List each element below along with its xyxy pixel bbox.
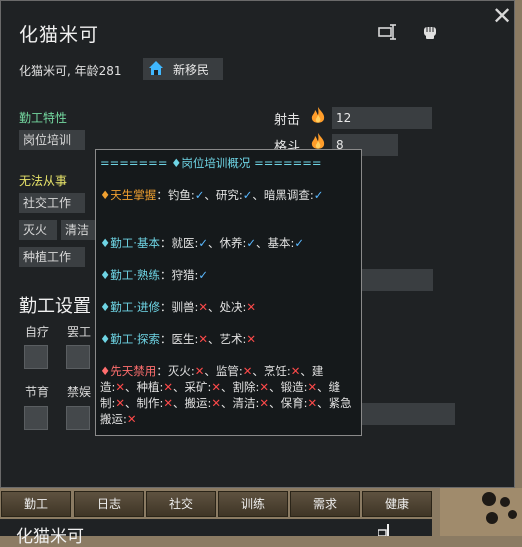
- tooltip-header: ======= ♦岗位培训概况 =======: [100, 156, 322, 170]
- tooltip-explore: ♦勤工·探索：医生:✕、艺术:✕: [100, 331, 358, 347]
- incapable-tag[interactable]: 社交工作: [19, 193, 85, 213]
- paw-print: [508, 510, 517, 519]
- rename-icon[interactable]: [377, 23, 399, 43]
- policy-checkbox[interactable]: [24, 345, 48, 369]
- pawn-subtitle: 化猫米可, 年龄281: [19, 64, 122, 78]
- rename-icon[interactable]: [377, 524, 394, 537]
- tooltip-label: ♦先天禁用: [100, 364, 157, 378]
- policy-checkbox[interactable]: [66, 345, 90, 369]
- tab-training[interactable]: 训练: [218, 491, 288, 517]
- tooltip-sep: ：: [156, 188, 168, 202]
- tooltip-sep: ：: [156, 364, 168, 378]
- policy-label: 节育: [25, 385, 50, 399]
- skill-bar[interactable]: [361, 403, 455, 425]
- policy-checkbox[interactable]: [66, 406, 90, 430]
- tooltip-content: 驯兽:✕、处决:✕: [171, 300, 256, 314]
- tab-work[interactable]: 勤工: [1, 491, 71, 517]
- incapable-title: 无法从事: [19, 174, 68, 188]
- tooltip-label: ♦勤工·熟练: [100, 268, 160, 282]
- policy-label: 自疗: [25, 325, 50, 339]
- tooltip-content: 医生:✕、艺术:✕: [171, 332, 256, 346]
- tab-health[interactable]: 健康: [362, 491, 432, 517]
- trait-tag[interactable]: 岗位培训: [19, 130, 85, 150]
- faction-label: 新移民: [173, 62, 210, 77]
- tooltip-sep: ：: [159, 332, 172, 346]
- paw-print: [486, 512, 498, 524]
- skill-bar[interactable]: [361, 269, 433, 291]
- tooltip-basic: ♦勤工·基本：就医:✓、休养:✓、基本:✓: [100, 235, 358, 251]
- close-icon[interactable]: ✕: [489, 4, 515, 28]
- flame-icon: [309, 106, 327, 130]
- skill-label: 射击: [274, 113, 301, 128]
- tooltip-sep: ：: [159, 268, 172, 282]
- inspect-tab-bar: 勤工 日志 社交 训练 需求 健康: [0, 489, 440, 519]
- policy-label: 禁娱: [67, 385, 92, 399]
- tooltip-skilled: ♦勤工·熟练：狩猎:✓: [100, 267, 358, 283]
- tooltip-label: ♦勤工·进修: [100, 300, 160, 314]
- incapable-tag[interactable]: 种植工作: [19, 247, 85, 267]
- fist-icon[interactable]: [419, 23, 441, 43]
- incapable-tag[interactable]: 清洁: [61, 220, 95, 240]
- tab-social[interactable]: 社交: [146, 491, 216, 517]
- faction-button[interactable]: 新移民: [143, 58, 223, 80]
- tooltip-content: 狩猎:✓: [171, 268, 208, 282]
- skill-bar[interactable]: 12: [332, 107, 432, 129]
- policy-checkbox[interactable]: [24, 406, 48, 430]
- traits-title: 勤工特性: [19, 111, 68, 125]
- tooltip-label: ♦天生掌握: [100, 188, 157, 202]
- tooltip-content: 钓鱼:✓、研究:✓、暗黑调查:✓: [167, 188, 324, 202]
- tooltip-label: ♦勤工·探索: [100, 332, 160, 346]
- trait-tooltip: ======= ♦岗位培训概况 ======= ♦天生掌握：钓鱼:✓、研究:✓、…: [95, 149, 362, 436]
- house-icon: [146, 60, 166, 78]
- pawn-name: 化猫米可: [19, 24, 100, 46]
- policy-label: 罢工: [67, 325, 92, 339]
- paw-print: [500, 497, 510, 507]
- tab-log[interactable]: 日志: [74, 491, 144, 517]
- tooltip-sep: ：: [159, 236, 172, 250]
- tooltip-sep: ：: [159, 300, 172, 314]
- tooltip-label: ♦勤工·基本: [100, 236, 160, 250]
- tooltip-forbidden: ♦先天禁用：灭火:✕、监管:✕、烹饪:✕、建造:✕、种植:✕、采矿:✕、割除:✕…: [100, 363, 358, 427]
- bottom-pawn-name: 化猫米可: [16, 527, 84, 547]
- tooltip-advanced: ♦勤工·进修：驯兽:✕、处决:✕: [100, 299, 358, 315]
- tab-needs[interactable]: 需求: [290, 491, 360, 517]
- work-settings-title: 勤工设置: [19, 296, 91, 317]
- tooltip-content: 就医:✓、休养:✓、基本:✓: [171, 236, 305, 250]
- tooltip-talent: ♦天生掌握：钓鱼:✓、研究:✓、暗黑调查:✓: [100, 187, 358, 203]
- incapable-tag[interactable]: 灭火: [19, 220, 57, 240]
- paw-print: [482, 492, 496, 506]
